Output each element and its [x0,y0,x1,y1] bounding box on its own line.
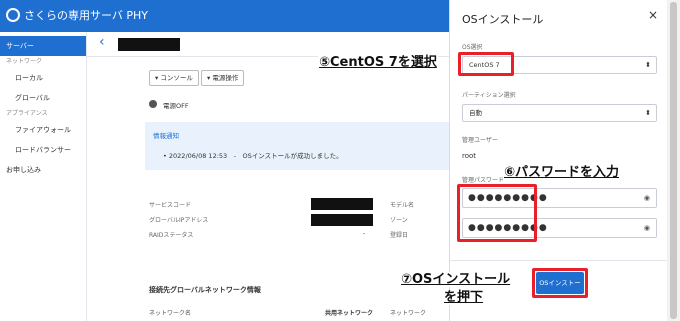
highlight-os-select [458,52,514,76]
sidebar: サーバー ネットワーク ローカル グローバル アプライアンス ファイアウォール … [0,32,87,321]
notice-box: 情報通知 • 2022/06/08 12:53 - OSインストールが成功しまし… [145,122,449,170]
select-caret-icon: ⬍ [645,61,651,69]
sidebar-group-appliance: アプライアンス [6,110,48,117]
service-code-label: サービスコード [149,202,192,209]
brand-name: さくらの専用サーバ PHY [24,9,149,22]
scrollbar-thumb[interactable] [670,2,677,319]
annotation-step6: ⑥パスワードを入力 [503,165,621,180]
annotation-step5: ⑤CentOS 7を選択 [318,55,438,70]
partition-select[interactable]: 自動 ⬍ [462,104,657,122]
network-section-title: 接続先グローバルネットワーク情報 [149,286,261,294]
panel-divider [450,260,668,261]
highlight-install-button [532,268,588,298]
highlight-password [457,184,537,242]
sidebar-item-firewall[interactable]: ファイアウォール [0,120,86,140]
service-code-redacted [311,198,373,210]
scrollbar[interactable] [667,0,680,321]
partition-select-label: パーティション選択 [462,92,516,99]
power-status-icon [149,100,157,108]
raid-status-label: RAIDステータス [149,232,194,239]
raid-status-value: - [363,230,366,237]
admin-user-label: 管理ユーザー [462,137,498,144]
partition-select-value: 自動 [469,109,482,117]
sidebar-item-server[interactable]: サーバー [0,36,86,56]
power-button[interactable]: ▾ 電源操作 [201,70,245,86]
select-caret-icon: ⬍ [645,109,651,117]
console-button[interactable]: ▾ コンソール [149,70,199,86]
brand[interactable]: さくらの専用サーバ PHY [6,7,148,23]
global-ip-label: グローバルIPアドレス [149,217,209,224]
model-label: モデル名 [390,202,415,209]
os-select-label: OS選択 [462,44,483,51]
sidebar-group-network: ネットワーク [6,58,43,65]
main-content: ‹ ▾ コンソール ▾ 電源操作 電源OFF 情報通知 • 2022/06/08… [87,32,449,321]
registered-label: 登録日 [390,232,409,239]
table-header-shared: 共用ネットワーク [325,310,374,317]
eye-icon[interactable]: ◉ [644,189,650,207]
table-header-network-name: ネットワーク名 [149,310,192,317]
back-icon[interactable]: ‹ [99,34,105,50]
notice-text: • 2022/06/08 12:53 - OSインストールが成功しました。 [163,152,343,160]
global-ip-redacted [311,214,373,226]
annotation-step7-line2: を押下 [443,290,485,305]
annotation-step7-line1: ⑦OSインストール [400,272,512,287]
password-label: 管理パスワード [462,177,505,184]
sidebar-item-load-balancer[interactable]: ロードバランサー [0,140,86,160]
eye-icon[interactable]: ◉ [644,219,650,237]
close-icon[interactable]: × [648,8,658,22]
logo-icon [6,8,20,22]
sidebar-item-application[interactable]: お申し込み [0,160,86,180]
panel-title: OSインストール [462,13,544,26]
server-name-redacted [118,38,180,51]
sidebar-item-global[interactable]: グローバル [0,88,86,108]
admin-user-value: root [462,152,477,160]
power-status: 電源OFF [163,102,189,110]
zone-label: ゾーン [390,217,408,224]
table-header-network: ネットワーク [390,310,427,317]
sidebar-item-local[interactable]: ローカル [0,68,86,88]
notice-title: 情報通知 [153,132,179,140]
